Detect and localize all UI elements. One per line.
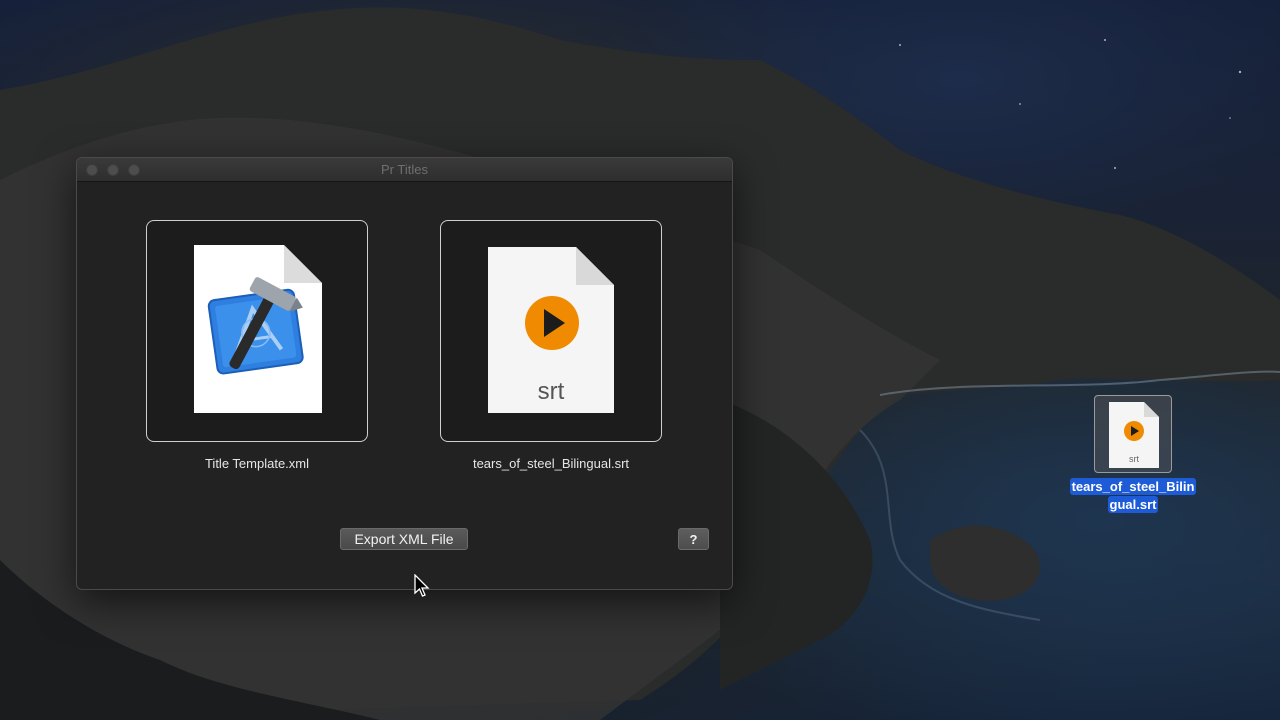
xml-file-name: Title Template.xml <box>204 456 310 471</box>
desktop-file-selection-frame: srt <box>1094 395 1172 473</box>
srt-file-icon: srt <box>488 247 614 413</box>
desktop-srt-icon-text: srt <box>1129 454 1139 464</box>
pr-titles-window: Pr Titles Title Template.xml srt tears_o… <box>76 157 733 590</box>
desktop-file-label-line1: tears_of_steel_Bilin <box>1069 478 1197 495</box>
desktop-file-label-line2: gual.srt <box>1107 496 1159 513</box>
srt-file-icon: srt <box>1109 402 1159 468</box>
srt-icon-text: srt <box>538 378 565 405</box>
xml-file-drop-zone[interactable] <box>146 220 368 442</box>
window-title: Pr Titles <box>381 162 428 177</box>
export-xml-button[interactable]: Export XML File <box>340 528 468 550</box>
help-button[interactable]: ? <box>678 528 709 550</box>
srt-file-name: tears_of_steel_Bilingual.srt <box>472 456 630 471</box>
desktop-file-label: tears_of_steel_Bilin gual.srt <box>1066 478 1200 514</box>
window-titlebar[interactable]: Pr Titles <box>77 158 732 182</box>
desktop-background: Pr Titles Title Template.xml srt tears_o… <box>0 0 1280 720</box>
xcode-document-icon <box>194 245 322 413</box>
mouse-pointer-icon <box>414 574 430 597</box>
srt-file-drop-zone[interactable]: srt <box>440 220 662 442</box>
